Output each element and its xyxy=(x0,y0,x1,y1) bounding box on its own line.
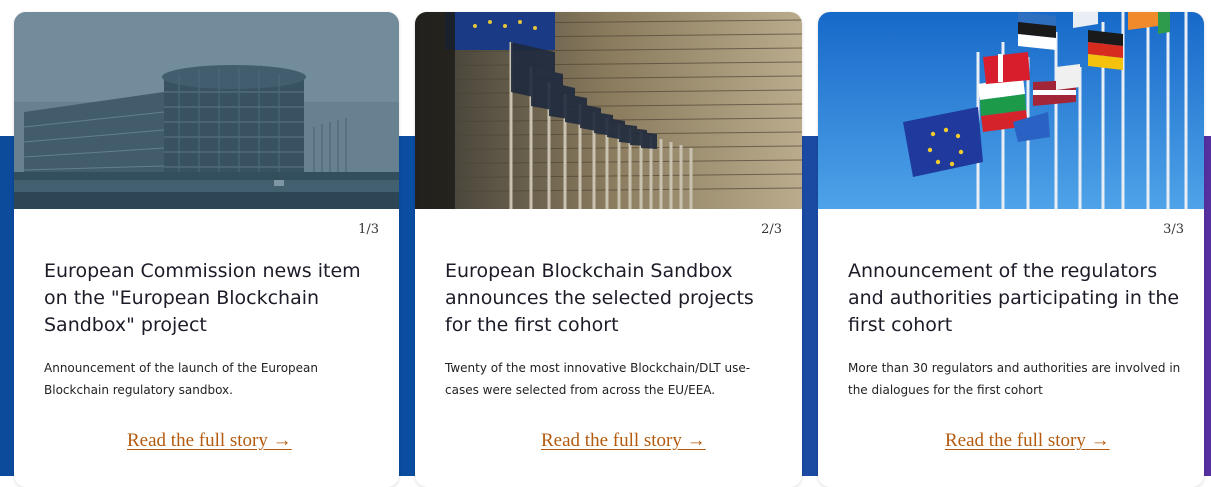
slide-counter: 2/3 xyxy=(761,222,782,237)
slide-counter: 3/3 xyxy=(1163,222,1184,237)
card-image-eu-flags-sky xyxy=(818,12,1204,209)
card-description: Twenty of the most innovative Blockchain… xyxy=(445,361,751,397)
slide-counter: 1/3 xyxy=(358,222,379,237)
read-full-story-link[interactable]: Read the full story → xyxy=(945,430,1110,452)
card-title: Announcement of the regulators and autho… xyxy=(848,260,1180,336)
card-description: More than 30 regulators and authorities … xyxy=(848,361,1181,397)
news-card-2: 2/3 European Blockchain Sandbox announce… xyxy=(415,12,802,487)
card-title: European Commission news item on the "Eu… xyxy=(44,260,361,336)
card-title: European Blockchain Sandbox announces th… xyxy=(445,260,754,336)
card-image-flags-building xyxy=(415,12,802,209)
news-card-1: 1/3 European Commission news item on the… xyxy=(14,12,399,487)
news-carousel: 1/3 European Commission news item on the… xyxy=(0,0,1211,487)
card-description: Announcement of the launch of the Europe… xyxy=(44,361,319,397)
news-card-3: 3/3 Announcement of the regulators and a… xyxy=(818,12,1204,487)
read-full-story-link[interactable]: Read the full story → xyxy=(127,430,292,452)
card-image-parliament xyxy=(14,12,399,209)
read-full-story-link[interactable]: Read the full story → xyxy=(541,430,706,452)
